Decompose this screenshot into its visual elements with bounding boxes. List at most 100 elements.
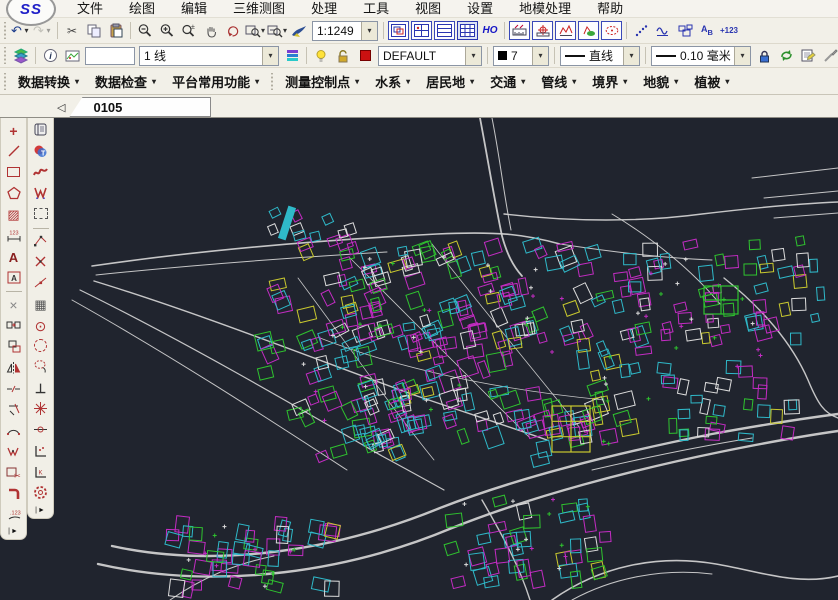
survey-terrain-button[interactable] bbox=[578, 21, 599, 40]
lasso-button[interactable] bbox=[30, 358, 52, 378]
wave-line-button[interactable] bbox=[652, 21, 674, 41]
survey-ruler-button[interactable] bbox=[509, 21, 530, 40]
chevron-down-icon[interactable]: ▾ bbox=[22, 26, 31, 35]
window-hsplit-button[interactable] bbox=[434, 21, 455, 40]
layer-manager-button[interactable] bbox=[10, 46, 32, 66]
paste-button[interactable] bbox=[105, 21, 127, 41]
category-menu-数据转换[interactable]: 数据转换▾ bbox=[10, 70, 87, 93]
chevron-down-icon[interactable]: ▾ bbox=[262, 47, 278, 65]
menu-item-5[interactable]: 处理 bbox=[298, 0, 350, 17]
menu-item-6[interactable]: 工具 bbox=[350, 0, 402, 17]
trim-button[interactable] bbox=[3, 400, 25, 420]
menu-item-3[interactable]: 编辑 bbox=[168, 0, 220, 17]
toolbar-grip[interactable] bbox=[270, 73, 274, 90]
menu-item-9[interactable]: 地模处理 bbox=[506, 0, 584, 17]
layer-unlock-button[interactable] bbox=[332, 46, 354, 66]
window-select-button[interactable] bbox=[30, 205, 52, 225]
window-cascade-button[interactable] bbox=[388, 21, 409, 40]
block-insert-button[interactable] bbox=[674, 21, 696, 41]
draw-rectangle-button[interactable] bbox=[3, 163, 25, 183]
ortho-toggle-button[interactable]: HO bbox=[479, 21, 501, 41]
chevron-down-icon[interactable]: ▾ bbox=[261, 26, 265, 35]
category-menu-平台常用功能[interactable]: 平台常用功能▾ bbox=[164, 70, 267, 93]
zoom-previous-button[interactable]: ▾ bbox=[244, 21, 266, 41]
perpendicular-button[interactable]: ⊥ bbox=[30, 379, 52, 399]
layer-on-button[interactable] bbox=[310, 46, 332, 66]
point-on-line-button[interactable] bbox=[30, 421, 52, 441]
edit-toolbar-expand-button[interactable]: |► bbox=[31, 505, 51, 516]
break-button[interactable] bbox=[3, 379, 25, 399]
map-canvas[interactable] bbox=[52, 118, 838, 600]
drawing-layer-combo[interactable]: 1 线▾ bbox=[139, 46, 279, 66]
survey-target-button[interactable] bbox=[532, 21, 553, 40]
dim-linear-button[interactable]: 123 bbox=[3, 226, 25, 246]
axis-label-button[interactable]: K bbox=[30, 463, 52, 483]
measure-label-button[interactable]: .123 bbox=[3, 505, 25, 525]
join-button[interactable] bbox=[3, 316, 25, 336]
menu-item-2[interactable]: 绘图 bbox=[116, 0, 168, 17]
zoom-out-button[interactable] bbox=[134, 21, 156, 41]
category-menu-交通[interactable]: 交通▾ bbox=[482, 70, 533, 93]
chevron-down-icon[interactable]: ▾ bbox=[44, 26, 53, 35]
grid-snap-button[interactable]: ▦ bbox=[30, 295, 52, 315]
menu-item-8[interactable]: 设置 bbox=[454, 0, 506, 17]
zoom-in-button[interactable] bbox=[156, 21, 178, 41]
pan-button[interactable] bbox=[200, 21, 222, 41]
category-menu-地貌[interactable]: 地貌▾ bbox=[635, 70, 686, 93]
layer-stack-button[interactable] bbox=[281, 46, 303, 66]
number-annotate-button[interactable]: +123 bbox=[718, 21, 740, 41]
copy-layer-button[interactable] bbox=[3, 337, 25, 357]
draw-toolbar-expand-button[interactable]: |► bbox=[4, 526, 24, 537]
survey-profile-button[interactable] bbox=[555, 21, 576, 40]
category-menu-境界[interactable]: 境界▾ bbox=[584, 70, 635, 93]
zoom-extent-button[interactable]: ▾ bbox=[266, 21, 288, 41]
menu-item-7[interactable]: 视图 bbox=[402, 0, 454, 17]
category-menu-植被[interactable]: 植被▾ bbox=[686, 70, 737, 93]
menu-item-10[interactable]: 帮助 bbox=[584, 0, 636, 17]
node-edit-button[interactable] bbox=[30, 232, 52, 252]
layer-color-button[interactable] bbox=[354, 46, 376, 66]
batch-w-button[interactable] bbox=[30, 184, 52, 204]
gear-ring-button[interactable] bbox=[30, 484, 52, 504]
tab-scroll-left-button[interactable]: ◁ bbox=[57, 101, 65, 114]
copy-button[interactable] bbox=[83, 21, 105, 41]
chevron-down-icon[interactable]: ▾ bbox=[734, 47, 750, 65]
annotate-button[interactable] bbox=[797, 46, 819, 66]
lineweight-combo[interactable]: 0.10 毫米▾ bbox=[651, 46, 751, 66]
toolbar-grip[interactable] bbox=[3, 22, 7, 39]
lock-button[interactable] bbox=[753, 46, 775, 66]
freehand-button[interactable] bbox=[30, 163, 52, 183]
regen-button[interactable] bbox=[775, 46, 797, 66]
text-edit-button[interactable]: A bbox=[3, 268, 25, 288]
chevron-down-icon[interactable]: ▾ bbox=[532, 47, 548, 65]
circle-center-button[interactable]: ⊙ bbox=[30, 316, 52, 336]
menu-item-4[interactable]: 三维测图 bbox=[220, 0, 298, 17]
layer-name-combo[interactable]: DEFAULT▾ bbox=[378, 46, 482, 66]
tab-0105[interactable]: 0105 bbox=[69, 97, 211, 117]
symbol-library-button[interactable]: T bbox=[30, 142, 52, 162]
arc-fit-button[interactable] bbox=[3, 421, 25, 441]
chevron-down-icon[interactable]: ▾ bbox=[465, 47, 481, 65]
text-style-button[interactable]: AB bbox=[696, 21, 718, 41]
draw-line-button[interactable] bbox=[3, 142, 25, 162]
match-brush-button[interactable] bbox=[819, 46, 838, 66]
star-point-button[interactable] bbox=[30, 400, 52, 420]
layer-preview-button[interactable] bbox=[61, 46, 83, 66]
mirror-button[interactable] bbox=[3, 358, 25, 378]
clip-region-button[interactable]: ✂ bbox=[3, 463, 25, 483]
cut-button[interactable]: ✂ bbox=[61, 21, 83, 41]
node-delete-button[interactable] bbox=[30, 253, 52, 273]
scale-combo[interactable]: 1:1249▾ bbox=[312, 21, 378, 41]
window-tile-button[interactable] bbox=[411, 21, 432, 40]
text-single-button[interactable]: A bbox=[3, 247, 25, 267]
dashed-circle-button[interactable] bbox=[30, 337, 52, 357]
quick-fly-button[interactable] bbox=[288, 21, 310, 41]
window-grid-button[interactable] bbox=[457, 21, 478, 40]
draw-point-button[interactable]: + bbox=[3, 121, 25, 141]
node-add-button[interactable] bbox=[30, 274, 52, 294]
pipe-bend-button[interactable] bbox=[3, 484, 25, 504]
axis-annotate-button[interactable] bbox=[30, 442, 52, 462]
point-scatter-button[interactable] bbox=[630, 21, 652, 41]
toolbar-grip[interactable] bbox=[3, 73, 7, 90]
menu-item-1[interactable]: 文件 bbox=[64, 0, 116, 17]
